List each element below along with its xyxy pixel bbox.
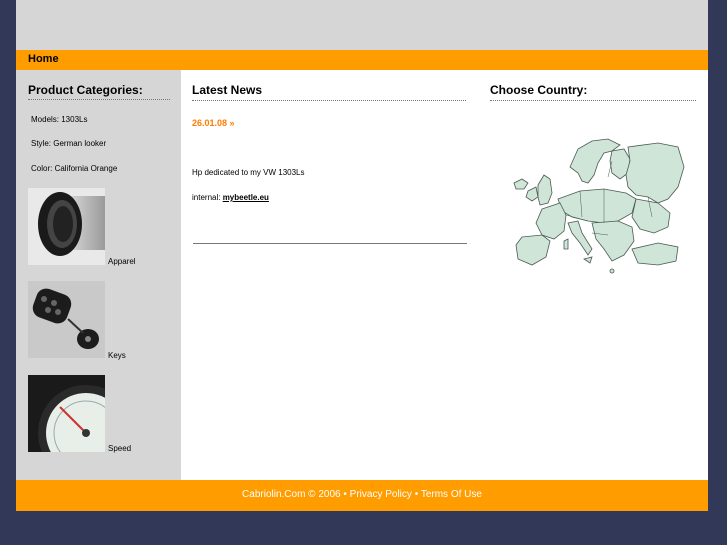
news-date[interactable]: 26.01.08 »	[192, 118, 235, 128]
copyright-text: Cabriolin.Com © 2006	[242, 489, 341, 500]
mybeetle-link[interactable]: mybeetle.eu	[223, 193, 269, 202]
keys-image[interactable]	[28, 281, 105, 358]
country-divider	[490, 100, 696, 101]
news-line: Hp dedicated to my VW 1303Ls	[192, 168, 305, 177]
product-label-keys[interactable]: Keys	[108, 351, 126, 360]
product-label-speed[interactable]: Speed	[108, 444, 131, 453]
speed-image[interactable]	[28, 375, 105, 452]
internal-label: internal:	[192, 193, 223, 202]
latest-news-title: Latest News	[192, 83, 263, 97]
footer-separator: •	[414, 489, 419, 500]
speedometer-product-photo	[28, 375, 105, 452]
europe-map[interactable]	[508, 137, 688, 277]
page-container: Home Product Categories: Models: 1303Ls …	[16, 0, 708, 511]
apparel-image[interactable]	[28, 188, 105, 265]
privacy-policy-link[interactable]: Privacy Policy	[350, 489, 412, 500]
footer: Cabriolin.Com © 2006 • Privacy Policy • …	[16, 480, 708, 511]
category-color[interactable]: Color: California Orange	[31, 164, 117, 173]
footer-text: Cabriolin.Com © 2006 • Privacy Policy • …	[16, 489, 708, 500]
nav-home-link[interactable]: Home	[28, 53, 59, 65]
product-label-apparel[interactable]: Apparel	[108, 257, 136, 266]
news-bottom-rule	[193, 243, 467, 244]
category-models[interactable]: Models: 1303Ls	[31, 115, 87, 124]
choose-country-title: Choose Country:	[490, 83, 588, 97]
sidebar-divider	[28, 99, 170, 100]
sidebar: Product Categories: Models: 1303Ls Style…	[16, 70, 181, 480]
keys-product-photo	[28, 281, 105, 358]
category-style[interactable]: Style: German looker	[31, 139, 106, 148]
apparel-product-photo	[28, 188, 105, 265]
nav-bar: Home	[16, 50, 708, 70]
footer-separator: •	[343, 489, 347, 500]
product-categories-title: Product Categories:	[28, 83, 143, 97]
header-banner	[16, 0, 708, 50]
terms-of-use-link[interactable]: Terms Of Use	[421, 489, 482, 500]
news-divider	[192, 100, 466, 101]
news-internal-line: internal: mybeetle.eu	[192, 193, 269, 202]
